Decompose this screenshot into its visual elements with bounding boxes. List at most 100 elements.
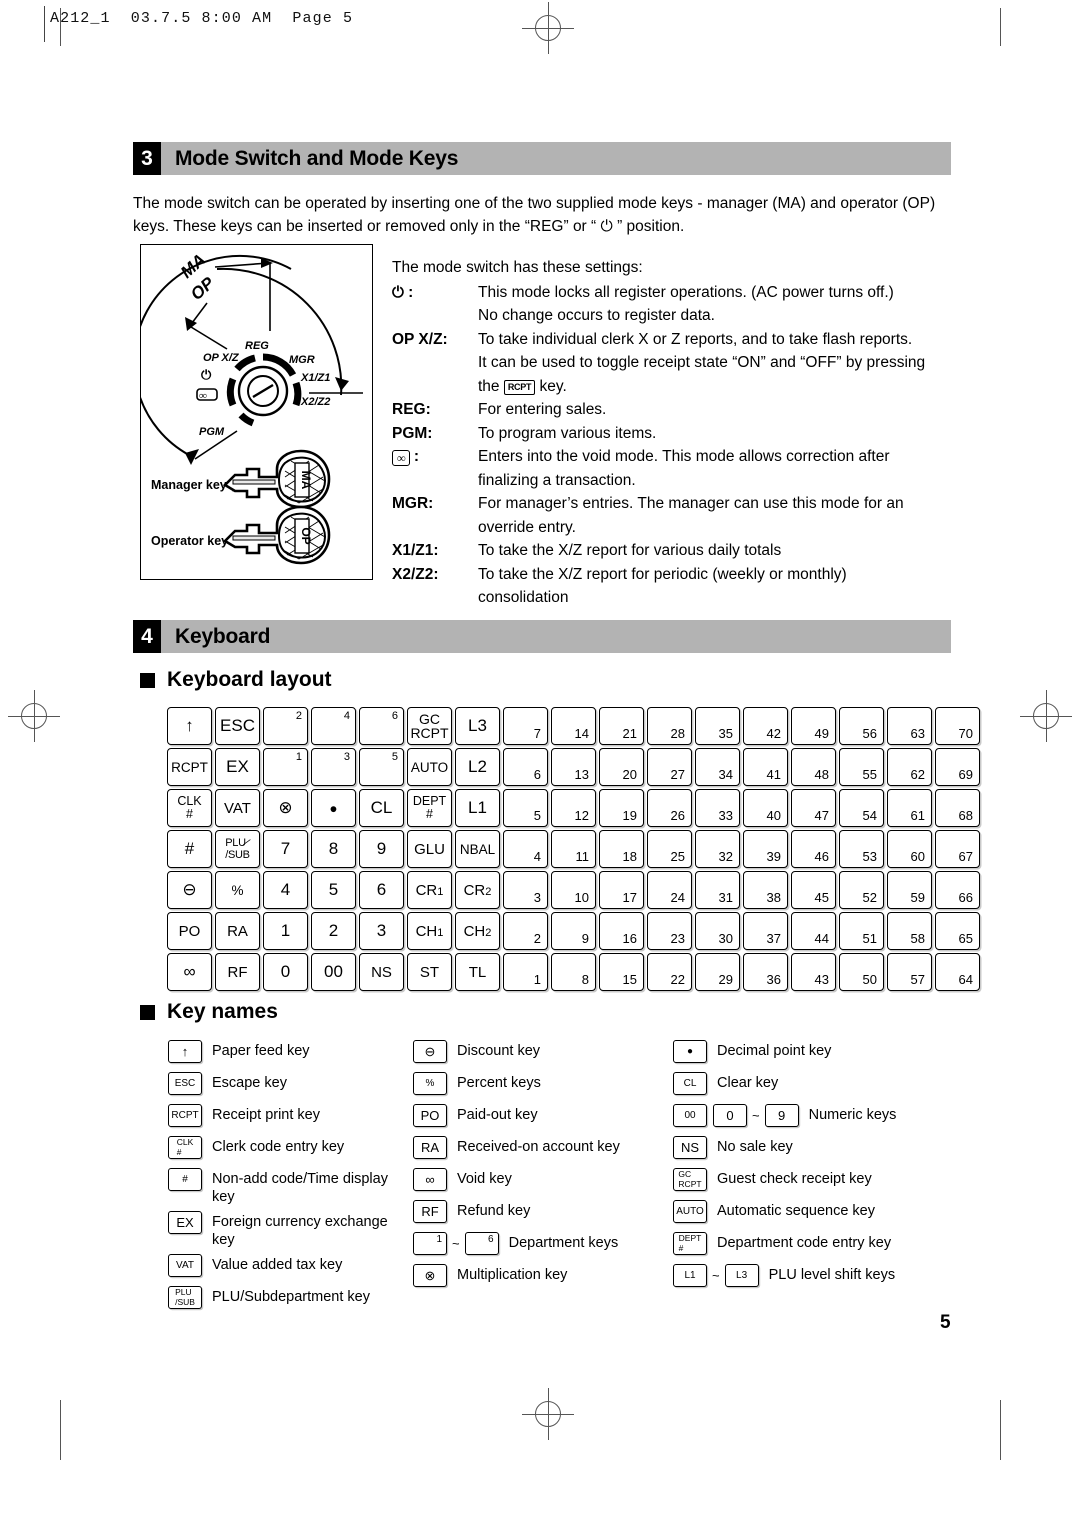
dept-key-55[interactable]: 55 xyxy=(839,748,884,786)
key-credit-2[interactable]: CR2 xyxy=(455,871,500,909)
dept-key-3[interactable]: 3 xyxy=(503,871,548,909)
dept-key-30[interactable]: 30 xyxy=(695,912,740,950)
key-dept-2[interactable]: 2 xyxy=(263,707,308,745)
dept-key-7[interactable]: 7 xyxy=(503,707,548,745)
dept-key-62[interactable]: 62 xyxy=(887,748,932,786)
key-dept-1[interactable]: 1 xyxy=(263,748,308,786)
dept-key-58[interactable]: 58 xyxy=(887,912,932,950)
dept-key-47[interactable]: 47 xyxy=(791,789,836,827)
dept-key-10[interactable]: 10 xyxy=(551,871,596,909)
dept-key-53[interactable]: 53 xyxy=(839,830,884,868)
key-receipt-print[interactable]: RCPT xyxy=(167,748,212,786)
dept-key-6[interactable]: 6 xyxy=(503,748,548,786)
dept-key-14[interactable]: 14 xyxy=(551,707,596,745)
dept-key-25[interactable]: 25 xyxy=(647,830,692,868)
dept-key-9[interactable]: 9 xyxy=(551,912,596,950)
key-void[interactable]: ∞ xyxy=(167,953,212,991)
key-numeric-3[interactable]: 3 xyxy=(359,912,404,950)
dept-key-36[interactable]: 36 xyxy=(743,953,788,991)
key-discount[interactable]: ⊖ xyxy=(167,871,212,909)
key-numeric-4[interactable]: 4 xyxy=(263,871,308,909)
dept-key-68[interactable]: 68 xyxy=(935,789,980,827)
dept-key-42[interactable]: 42 xyxy=(743,707,788,745)
key-escape[interactable]: ESC xyxy=(215,707,260,745)
dept-key-12[interactable]: 12 xyxy=(551,789,596,827)
key-numeric-8[interactable]: 8 xyxy=(311,830,356,868)
key-check-2[interactable]: CH2 xyxy=(455,912,500,950)
dept-key-16[interactable]: 16 xyxy=(599,912,644,950)
key-dept-5[interactable]: 5 xyxy=(359,748,404,786)
dept-key-60[interactable]: 60 xyxy=(887,830,932,868)
key-numeric-00[interactable]: 00 xyxy=(311,953,356,991)
dept-key-1[interactable]: 1 xyxy=(503,953,548,991)
dept-key-65[interactable]: 65 xyxy=(935,912,980,950)
dept-key-37[interactable]: 37 xyxy=(743,912,788,950)
key-nbal[interactable]: NBAL xyxy=(455,830,500,868)
key-numeric-2[interactable]: 2 xyxy=(311,912,356,950)
dept-key-45[interactable]: 45 xyxy=(791,871,836,909)
key-level-2[interactable]: L2 xyxy=(455,748,500,786)
dept-key-54[interactable]: 54 xyxy=(839,789,884,827)
dept-key-31[interactable]: 31 xyxy=(695,871,740,909)
dept-key-2[interactable]: 2 xyxy=(503,912,548,950)
dept-key-56[interactable]: 56 xyxy=(839,707,884,745)
key-total[interactable]: TL xyxy=(455,953,500,991)
dept-key-64[interactable]: 64 xyxy=(935,953,980,991)
key-vat[interactable]: VAT xyxy=(215,789,260,827)
key-paid-out[interactable]: PO xyxy=(167,912,212,950)
key-glu[interactable]: GLU xyxy=(407,830,452,868)
key-numeric-7[interactable]: 7 xyxy=(263,830,308,868)
dept-key-40[interactable]: 40 xyxy=(743,789,788,827)
dept-key-48[interactable]: 48 xyxy=(791,748,836,786)
dept-key-17[interactable]: 17 xyxy=(599,871,644,909)
dept-key-27[interactable]: 27 xyxy=(647,748,692,786)
dept-key-18[interactable]: 18 xyxy=(599,830,644,868)
dept-key-63[interactable]: 63 xyxy=(887,707,932,745)
key-clear[interactable]: CL xyxy=(359,789,404,827)
key-numeric-0[interactable]: 0 xyxy=(263,953,308,991)
dept-key-57[interactable]: 57 xyxy=(887,953,932,991)
dept-key-66[interactable]: 66 xyxy=(935,871,980,909)
dept-key-34[interactable]: 34 xyxy=(695,748,740,786)
dept-key-8[interactable]: 8 xyxy=(551,953,596,991)
key-decimal-point[interactable]: ● xyxy=(311,789,356,827)
dept-key-11[interactable]: 11 xyxy=(551,830,596,868)
key-numeric-5[interactable]: 5 xyxy=(311,871,356,909)
key-gc-rcpt[interactable]: GC RCPT xyxy=(407,707,452,745)
dept-key-44[interactable]: 44 xyxy=(791,912,836,950)
dept-key-13[interactable]: 13 xyxy=(551,748,596,786)
dept-key-32[interactable]: 32 xyxy=(695,830,740,868)
key-numeric-6[interactable]: 6 xyxy=(359,871,404,909)
key-plu-sub[interactable]: PLU∕/SUB xyxy=(215,830,260,868)
key-dept-4[interactable]: 4 xyxy=(311,707,356,745)
dept-key-50[interactable]: 50 xyxy=(839,953,884,991)
key-numeric-9[interactable]: 9 xyxy=(359,830,404,868)
key-numeric-1[interactable]: 1 xyxy=(263,912,308,950)
dept-key-35[interactable]: 35 xyxy=(695,707,740,745)
dept-key-46[interactable]: 46 xyxy=(791,830,836,868)
dept-key-5[interactable]: 5 xyxy=(503,789,548,827)
key-paper-feed[interactable]: ↑ xyxy=(167,707,212,745)
key-percent[interactable]: % xyxy=(215,871,260,909)
dept-key-51[interactable]: 51 xyxy=(839,912,884,950)
dept-key-61[interactable]: 61 xyxy=(887,789,932,827)
dept-key-15[interactable]: 15 xyxy=(599,953,644,991)
dept-key-24[interactable]: 24 xyxy=(647,871,692,909)
key-exchange[interactable]: EX xyxy=(215,748,260,786)
dept-key-19[interactable]: 19 xyxy=(599,789,644,827)
key-dept-3[interactable]: 3 xyxy=(311,748,356,786)
dept-key-28[interactable]: 28 xyxy=(647,707,692,745)
key-subtotal[interactable]: ST xyxy=(407,953,452,991)
dept-key-22[interactable]: 22 xyxy=(647,953,692,991)
dept-key-41[interactable]: 41 xyxy=(743,748,788,786)
key-non-add-code[interactable]: # xyxy=(167,830,212,868)
dept-key-20[interactable]: 20 xyxy=(599,748,644,786)
dept-key-70[interactable]: 70 xyxy=(935,707,980,745)
key-level-1[interactable]: L1 xyxy=(455,789,500,827)
key-refund[interactable]: RF xyxy=(215,953,260,991)
dept-key-21[interactable]: 21 xyxy=(599,707,644,745)
key-dept-6[interactable]: 6 xyxy=(359,707,404,745)
dept-key-43[interactable]: 43 xyxy=(791,953,836,991)
key-auto-sequence[interactable]: AUTO xyxy=(407,748,452,786)
key-clerk-code[interactable]: CLK # xyxy=(167,789,212,827)
